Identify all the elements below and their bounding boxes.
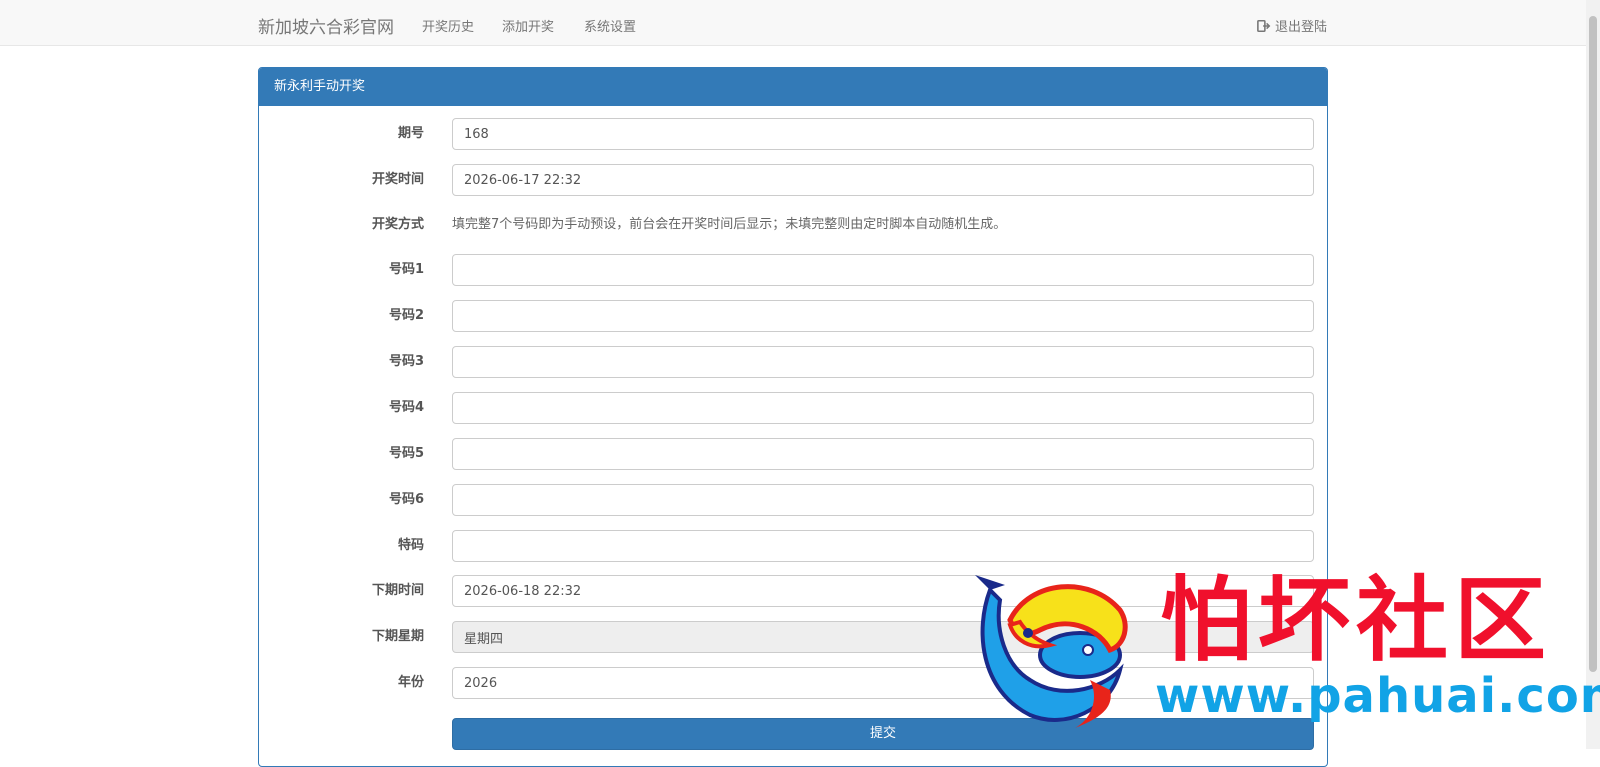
issue-input[interactable] xyxy=(452,118,1314,150)
issue-label: 期号 xyxy=(397,126,424,141)
number-5-input[interactable] xyxy=(452,438,1314,470)
number-6-label: 号码6 xyxy=(388,492,424,507)
top-navbar: 新加坡六合彩官网 开奖历史 添加开奖 系统设置 退出登陆 xyxy=(0,0,1586,46)
nav-item-add-draw[interactable]: 添加开奖 xyxy=(502,16,554,35)
nav-item-system-settings[interactable]: 系统设置 xyxy=(584,16,636,35)
form-row-draw-time: 开奖时间 xyxy=(259,164,1327,196)
form-row-issue: 期号 xyxy=(259,118,1327,150)
next-time-label: 下期时间 xyxy=(371,583,424,598)
year-label: 年份 xyxy=(397,675,424,690)
scrollbar-thumb[interactable] xyxy=(1589,16,1597,672)
logout-label: 退出登陆 xyxy=(1275,20,1328,35)
form-row-number-3: 号码3 xyxy=(259,346,1327,378)
number-4-input[interactable] xyxy=(452,392,1314,424)
number-4-label: 号码4 xyxy=(388,400,424,415)
form-row-number-5: 号码5 xyxy=(259,438,1327,470)
form-row-number-1: 号码1 xyxy=(259,254,1327,286)
number-6-input[interactable] xyxy=(452,484,1314,516)
next-weekday-label: 下期星期 xyxy=(371,629,424,644)
logout-icon xyxy=(1257,19,1271,32)
form-row-number-6: 号码6 xyxy=(259,484,1327,516)
number-1-input[interactable] xyxy=(452,254,1314,286)
fish-logo-icon xyxy=(975,575,1128,728)
number-1-label: 号码1 xyxy=(388,262,424,277)
draw-method-help-text: 填完整7个号码即为手动预设，前台会在开奖时间后显示；未填完整则由定时脚本自动随机… xyxy=(452,217,1007,232)
logout-link[interactable]: 退出登陆 xyxy=(1257,16,1327,35)
form-row-number-2: 号码2 xyxy=(259,300,1327,332)
brand-link[interactable]: 新加坡六合彩官网 xyxy=(258,13,394,38)
number-2-input[interactable] xyxy=(452,300,1314,332)
number-2-label: 号码2 xyxy=(388,308,424,323)
form-row-special: 特码 xyxy=(259,530,1327,562)
number-3-label: 号码3 xyxy=(388,354,424,369)
panel-title: 新永利手动开奖 xyxy=(259,68,1327,106)
special-input[interactable] xyxy=(452,530,1314,562)
form-row-draw-method: 开奖方式 填完整7个号码即为手动预设，前台会在开奖时间后显示；未填完整则由定时脚… xyxy=(259,209,1327,241)
nav-item-draw-history[interactable]: 开奖历史 xyxy=(422,16,474,35)
watermark-title: 怕坏社区 xyxy=(1160,566,1553,674)
number-3-input[interactable] xyxy=(452,346,1314,378)
draw-time-input[interactable] xyxy=(452,164,1314,196)
special-label: 特码 xyxy=(397,538,424,553)
form-row-number-4: 号码4 xyxy=(259,392,1327,424)
watermark-url: www.pahuai.com xyxy=(1155,668,1600,724)
draw-method-label: 开奖方式 xyxy=(371,217,424,232)
number-5-label: 号码5 xyxy=(388,446,424,461)
draw-time-label: 开奖时间 xyxy=(371,172,424,187)
